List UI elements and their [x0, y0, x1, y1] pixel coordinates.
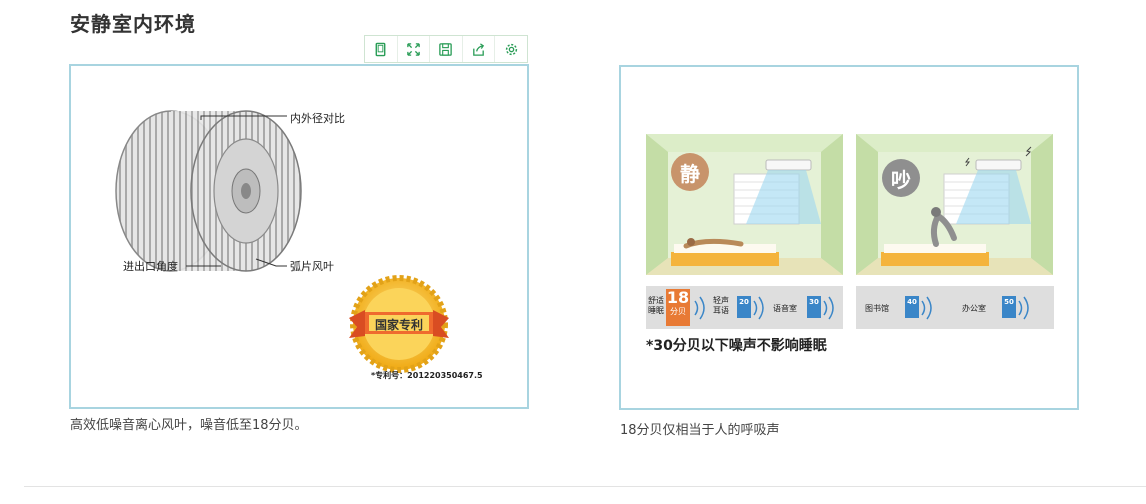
page-icon	[375, 42, 386, 56]
save-icon	[439, 42, 453, 56]
sleep-noise-note: *30分贝以下噪声不影响睡眠	[646, 338, 827, 354]
settings-button[interactable]	[495, 36, 527, 62]
right-caption: 18分贝仅相当于人的呼吸声	[620, 423, 780, 438]
patent-number: *专利号：201220350467.5	[371, 371, 483, 380]
share-icon	[473, 42, 485, 56]
arc-blade-label: 弧片风叶	[290, 260, 334, 273]
page-button[interactable]	[365, 36, 398, 62]
image-toolbar	[364, 35, 528, 63]
noise-comparison-image: 静 吵 舒适 睡眠 18 分贝 轻声 耳语 20 语音室 30 图书馆 40 办…	[619, 65, 1079, 410]
section-divider	[24, 486, 1146, 487]
fan-wheel-image: 内外径对比 进出口角度 弧片风叶 国家专利 *专利号：201220350467.…	[69, 64, 529, 409]
diameter-ratio-label: 内外径对比	[290, 112, 345, 125]
expand-icon	[407, 42, 420, 56]
fullscreen-button[interactable]	[398, 36, 431, 62]
sound-wave-icons	[694, 296, 1029, 320]
gear-icon	[505, 43, 517, 55]
page-title: 安静室内环境	[70, 12, 196, 36]
save-button[interactable]	[430, 36, 463, 62]
left-caption: 高效低噪音离心风叶，噪音低至18分贝。	[70, 418, 308, 433]
share-button[interactable]	[463, 36, 496, 62]
inlet-angle-label: 进出口角度	[123, 260, 178, 273]
patent-seal-text: 国家专利	[374, 318, 423, 332]
